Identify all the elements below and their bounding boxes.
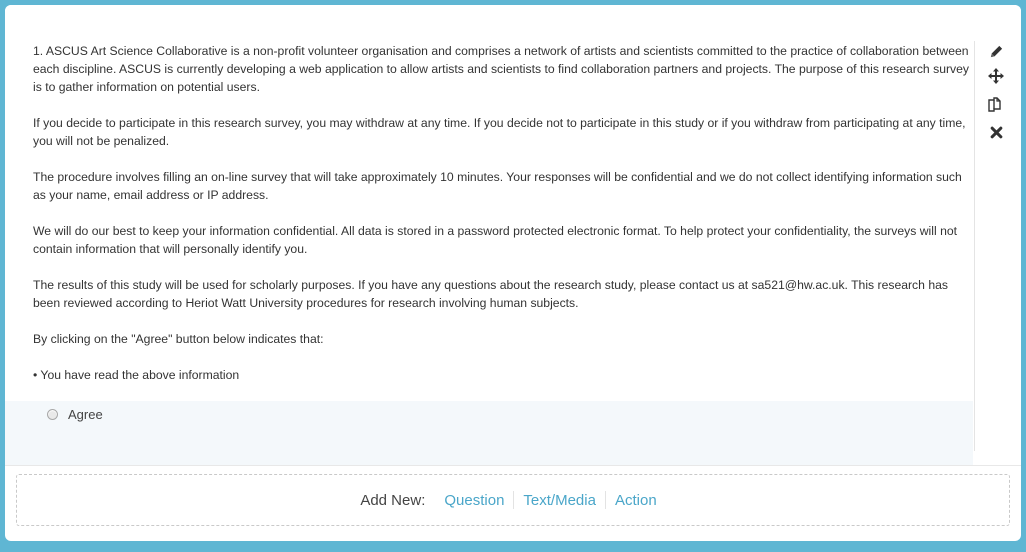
close-icon[interactable] bbox=[987, 123, 1005, 141]
question-text: 1. ASCUS Art Science Collaborative is a … bbox=[33, 42, 969, 402]
add-new-bar: Add New: Question Text/Media Action bbox=[16, 474, 1010, 526]
question-paragraph: We will do our best to keep your informa… bbox=[33, 224, 958, 256]
question-paragraph: The procedure involves filling an on-lin… bbox=[33, 170, 962, 202]
copy-icon[interactable] bbox=[987, 95, 1005, 113]
question-paragraph: By clicking on the "Agree" button below … bbox=[33, 332, 324, 346]
question-paragraph: • You have read the above information bbox=[33, 368, 240, 382]
agree-radio[interactable] bbox=[47, 408, 58, 420]
question-paragraph: If you decide to participate in this res… bbox=[33, 116, 966, 148]
question-block[interactable]: 1. ASCUS Art Science Collaborative is a … bbox=[5, 5, 1021, 465]
add-action-link[interactable]: Action bbox=[606, 492, 666, 509]
question-paragraph: The results of this study will be used f… bbox=[33, 278, 948, 310]
pencil-icon[interactable] bbox=[987, 42, 1005, 60]
answer-area bbox=[5, 401, 973, 465]
add-text-media-link[interactable]: Text/Media bbox=[514, 492, 605, 509]
section-divider bbox=[5, 465, 1021, 466]
move-icon[interactable] bbox=[987, 67, 1005, 85]
choice-label: Agree bbox=[68, 406, 103, 422]
question-paragraph: 1. ASCUS Art Science Collaborative is a … bbox=[33, 44, 969, 94]
toolbar-divider bbox=[974, 41, 975, 451]
survey-editor-frame: 1. ASCUS Art Science Collaborative is a … bbox=[5, 5, 1021, 541]
add-new-label: Add New: bbox=[360, 491, 426, 509]
add-question-link[interactable]: Question bbox=[435, 492, 513, 509]
choice-agree[interactable]: Agree bbox=[47, 405, 103, 423]
